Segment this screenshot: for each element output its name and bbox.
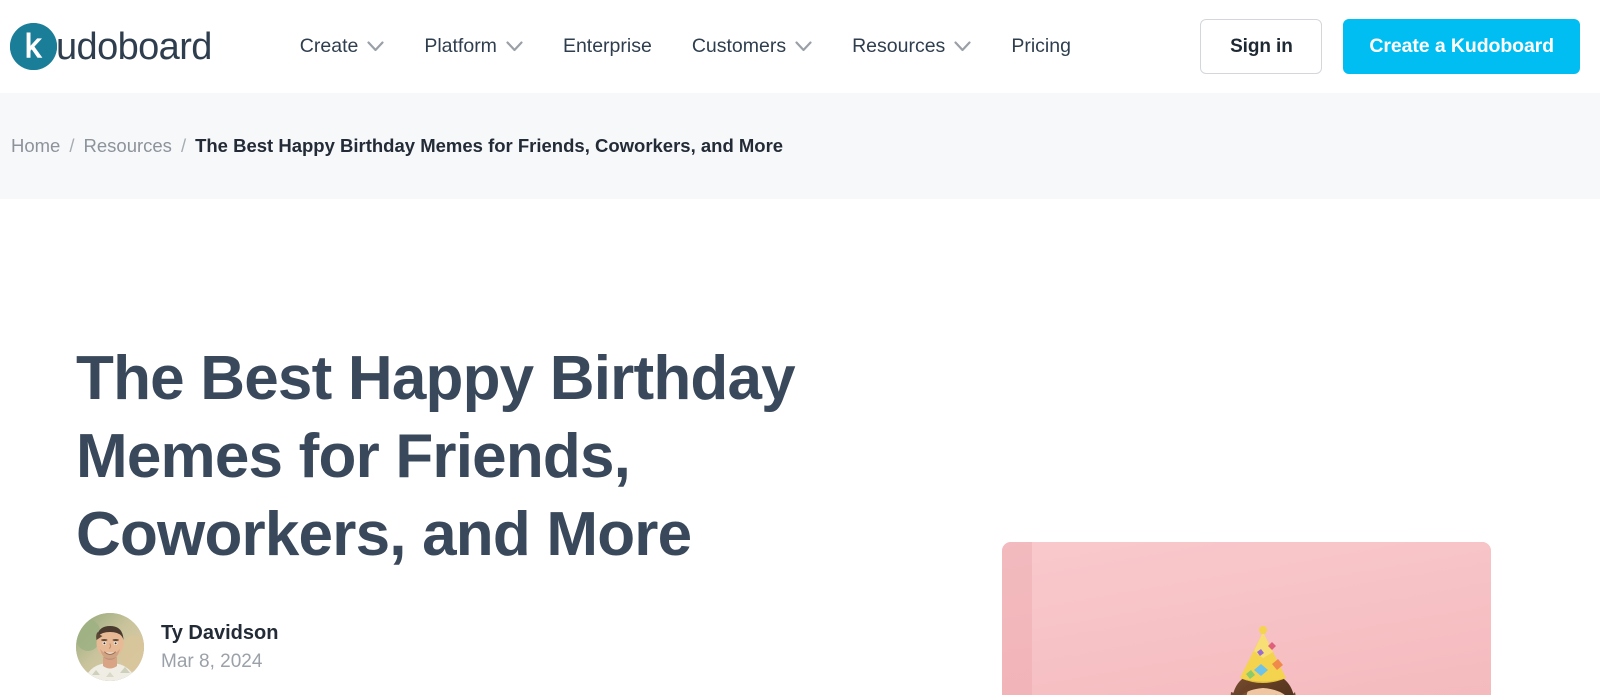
sign-in-button[interactable]: Sign in <box>1200 19 1323 74</box>
article-hero: The Best Happy Birthday Memes for Friend… <box>0 199 1600 695</box>
breadcrumb-item-current: The Best Happy Birthday Memes for Friend… <box>195 135 784 156</box>
kudoboard-logo-icon <box>10 23 57 70</box>
nav-label: Enterprise <box>562 34 652 57</box>
nav-item-pricing[interactable]: Pricing <box>991 27 1091 67</box>
header-actions: Sign in Create a Kudoboard <box>1200 19 1588 74</box>
hero-image <box>1002 542 1491 695</box>
nav-item-customers[interactable]: Customers <box>672 27 832 67</box>
chevron-down-icon <box>795 41 812 52</box>
nav-item-enterprise[interactable]: Enterprise <box>543 27 672 67</box>
nav-label: Create <box>299 34 359 57</box>
chevron-down-icon <box>506 41 523 52</box>
brand-wordmark: udoboard <box>56 25 212 68</box>
hero-text-column: The Best Happy Birthday Memes for Friend… <box>0 199 930 681</box>
chevron-down-icon <box>367 41 384 52</box>
nav-item-resources[interactable]: Resources <box>832 27 991 67</box>
breadcrumb-separator: / <box>69 135 75 156</box>
breadcrumb-bar: Home / Resources / The Best Happy Birthd… <box>0 93 1600 199</box>
site-header: udoboard Create Platform Enterprise Cust… <box>0 0 1600 93</box>
breadcrumb-item-resources[interactable]: Resources <box>84 135 172 157</box>
nav-label: Resources <box>852 34 946 57</box>
page-title: The Best Happy Birthday Memes for Friend… <box>76 344 796 569</box>
breadcrumb: Home / Resources / The Best Happy Birthd… <box>11 135 783 157</box>
nav-label: Pricing <box>1011 34 1071 57</box>
breadcrumb-separator: / <box>180 135 187 156</box>
nav-label: Customers <box>691 34 787 57</box>
chevron-down-icon <box>954 41 971 52</box>
nav-item-create[interactable]: Create <box>280 27 405 67</box>
main-navigation: Create Platform Enterprise Customers Res… <box>280 27 1091 67</box>
avatar <box>76 613 144 681</box>
nav-item-platform[interactable]: Platform <box>404 27 543 67</box>
breadcrumb-item-home[interactable]: Home <box>11 135 60 157</box>
nav-label: Platform <box>424 34 497 57</box>
author-name[interactable]: Ty Davidson <box>161 621 278 646</box>
create-kudoboard-button[interactable]: Create a Kudoboard <box>1343 19 1580 74</box>
author-byline: Ty Davidson Mar 8, 2024 <box>76 613 930 681</box>
brand-logo[interactable]: udoboard <box>10 23 212 71</box>
publish-date: Mar 8, 2024 <box>161 650 263 672</box>
author-meta: Ty Davidson Mar 8, 2024 <box>161 621 278 674</box>
